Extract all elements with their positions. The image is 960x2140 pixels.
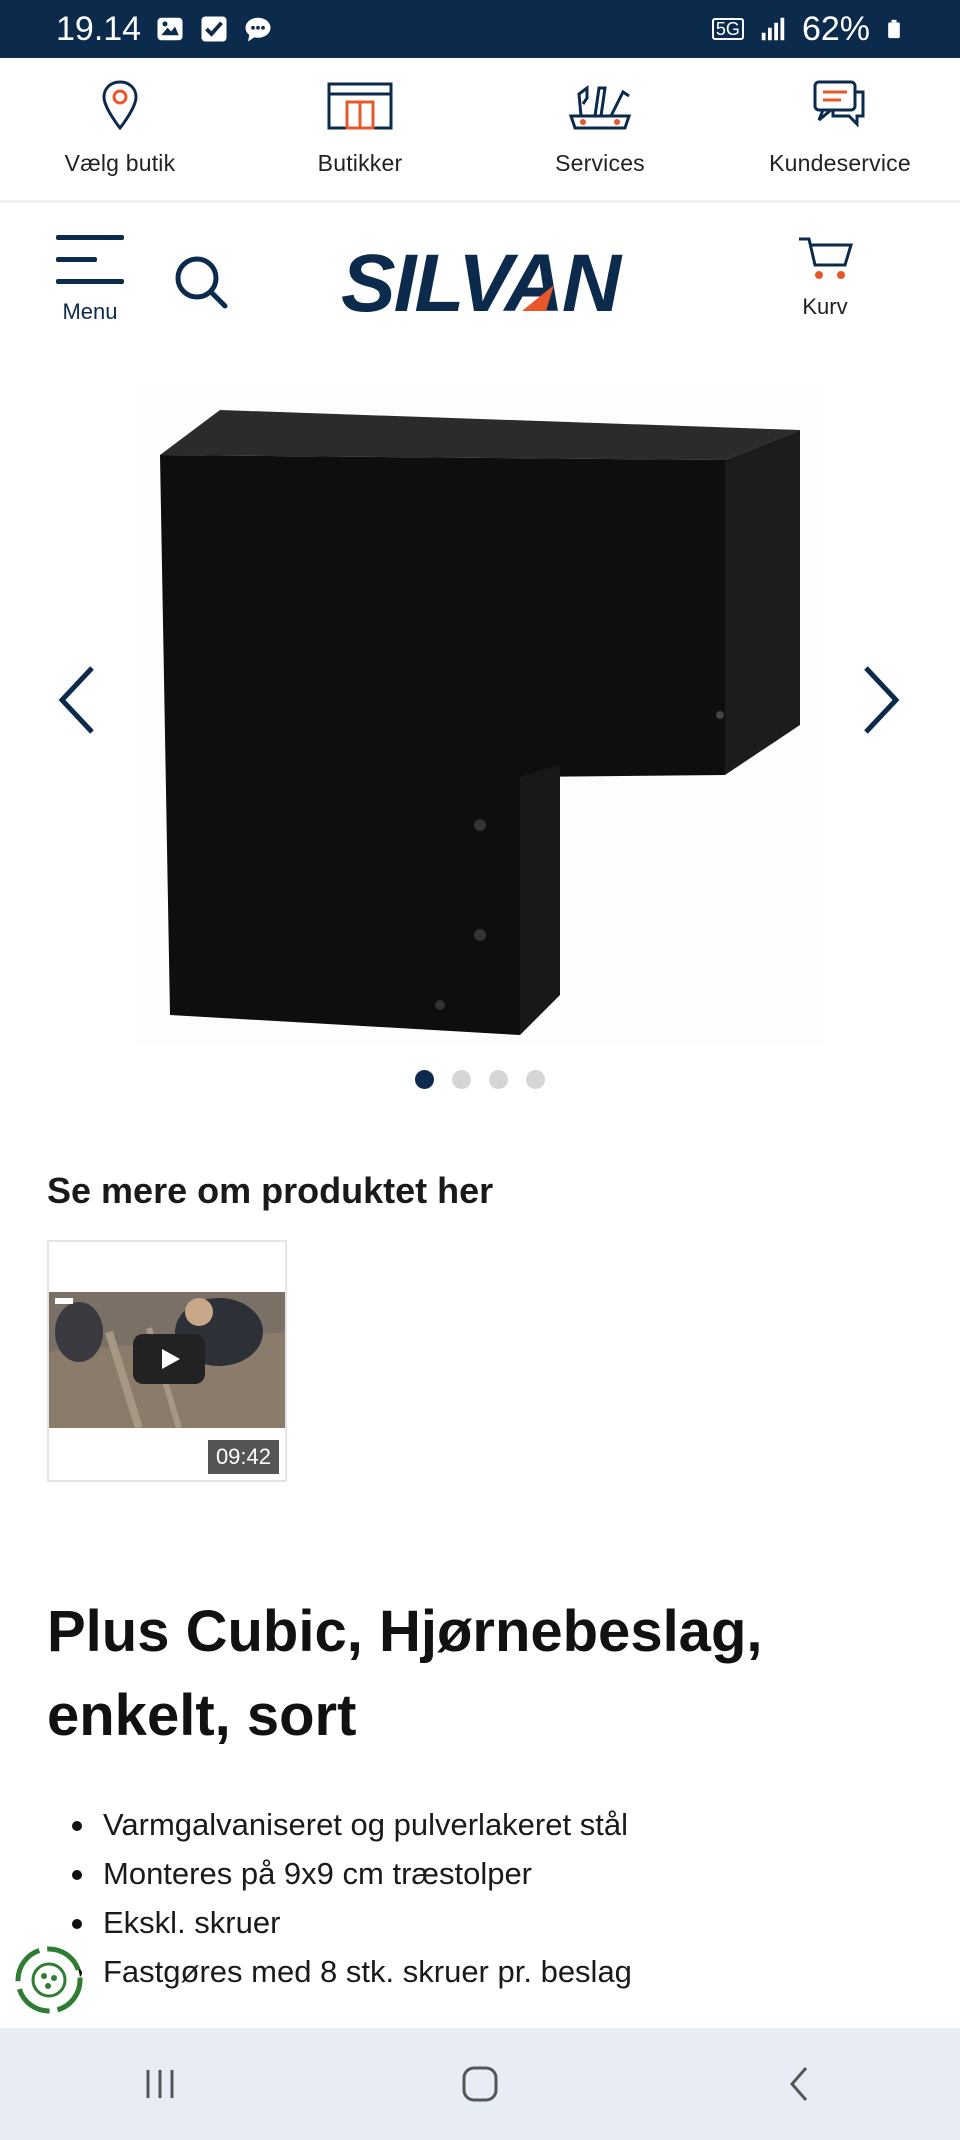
battery-percent: 62% <box>801 9 870 48</box>
cart-button[interactable]: Kurv <box>790 233 860 320</box>
gallery-dots <box>0 1070 960 1089</box>
nav-choose-store[interactable]: Vælg butik <box>0 58 240 200</box>
nav-services[interactable]: Services <box>480 58 720 200</box>
video-section: Se mere om produktet her 09:42 <box>47 1170 493 1482</box>
gallery-dot[interactable] <box>526 1070 545 1089</box>
nav-label: Services <box>555 150 645 176</box>
nav-label: Butikker <box>317 150 403 176</box>
tools-icon <box>568 85 632 130</box>
system-nav-bar <box>0 2028 960 2140</box>
battery-icon <box>888 19 900 39</box>
search-icon[interactable] <box>172 253 230 311</box>
recent-apps-button[interactable] <box>120 2054 200 2114</box>
checkbox-icon <box>201 16 227 42</box>
nav-stores[interactable]: Butikker <box>240 58 480 200</box>
logo-text: SILVAN <box>341 245 623 325</box>
home-icon <box>462 2066 498 2102</box>
status-time: 19.14 <box>56 9 142 48</box>
menu-button[interactable]: Menu <box>56 235 124 325</box>
video-duration: 09:42 <box>207 1440 279 1474</box>
signal-icon <box>761 17 785 41</box>
video-thumbnail[interactable]: 09:42 <box>47 1240 287 1482</box>
eco-badge-icon[interactable] <box>14 1945 84 2015</box>
feature-item: Varmgalvaniseret og pulverlakeret stål <box>70 1800 632 1849</box>
menu-label: Menu <box>62 299 118 324</box>
store-icon <box>327 82 393 130</box>
feature-item: Monteres på 9x9 cm træstolper <box>70 1849 632 1898</box>
product-gallery <box>0 380 960 1100</box>
back-button[interactable] <box>760 2054 840 2114</box>
chat-icon <box>813 80 865 128</box>
nav-label: Kundeservice <box>769 150 911 176</box>
product-title: Plus Cubic, Hjørnebeslag, enkelt, sort <box>47 1599 763 1748</box>
network-type: 5G <box>711 18 744 40</box>
cart-label: Kurv <box>802 294 848 319</box>
site-header: Menu SILVAN Kurv <box>0 205 960 355</box>
home-button[interactable] <box>440 2054 520 2114</box>
nav-label: Vælg butik <box>64 150 176 176</box>
back-icon <box>790 2067 808 2101</box>
product-image[interactable] <box>140 385 820 1045</box>
feature-item: Fastgøres med 8 stk. skruer pr. beslag <box>70 1947 632 1996</box>
feature-item: Ekskl. skruer <box>70 1898 632 1947</box>
gallery-prev-arrow[interactable] <box>50 660 110 740</box>
silvan-logo[interactable]: SILVAN <box>318 245 642 325</box>
hamburger-icon <box>56 235 124 284</box>
play-icon[interactable] <box>133 1334 205 1384</box>
product-features: Varmgalvaniseret og pulverlakeret stål M… <box>70 1800 632 1996</box>
status-bar: 19.14 5G 62% <box>0 0 960 58</box>
map-pin-icon <box>102 80 138 131</box>
recent-apps-icon <box>146 2070 174 2098</box>
gallery-next-arrow[interactable] <box>848 660 908 740</box>
video-heading: Se mere om produktet her <box>47 1170 494 1211</box>
cart-icon <box>799 237 854 279</box>
gallery-dot[interactable] <box>489 1070 508 1089</box>
gallery-dot[interactable] <box>415 1070 434 1089</box>
message-icon <box>245 17 271 42</box>
nav-customer-service[interactable]: Kundeservice <box>720 58 960 200</box>
gallery-dot[interactable] <box>452 1070 471 1089</box>
gallery-icon <box>157 17 183 41</box>
top-nav: Vælg butik Butikker Services Kundeservic… <box>0 58 960 203</box>
